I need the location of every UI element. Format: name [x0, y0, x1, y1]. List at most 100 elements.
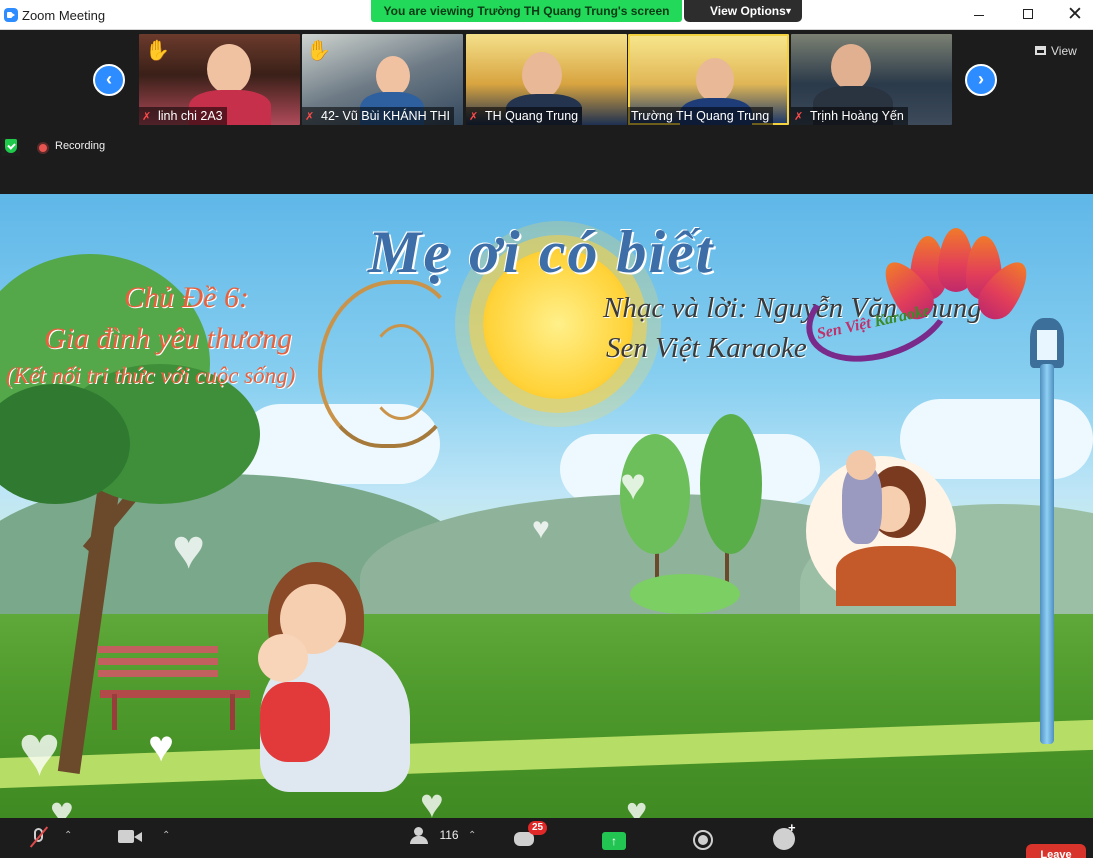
- recording-icon: [37, 142, 49, 154]
- leave-button[interactable]: Leave: [1026, 844, 1086, 858]
- camera-lens: [134, 832, 142, 842]
- participants-icon: [408, 826, 430, 844]
- raised-hand-icon: ✋: [145, 40, 170, 62]
- view-button[interactable]: View: [1035, 42, 1077, 60]
- heart-icon: ♥: [626, 790, 648, 818]
- park-bench-back: [98, 646, 218, 682]
- participant-name-label: Trường TH Quang Trung: [628, 107, 774, 125]
- chevron-left-icon: ‹: [106, 69, 112, 89]
- participant-name-label: ✗ 42- Vũ Bùi KHÁNH THI: [302, 107, 454, 125]
- mother-child-illustration: [240, 562, 420, 802]
- participant-tile-1[interactable]: ✋ ✗ linh chi 2A3: [139, 34, 300, 125]
- viewing-screen-banner: You are viewing Trường TH Quang Trung's …: [371, 0, 682, 22]
- tree-crown: [700, 414, 762, 554]
- grass-field: [0, 614, 1093, 818]
- participant-name-label: ✗ TH Quang Trung: [466, 107, 583, 125]
- window-title: Zoom Meeting: [22, 8, 106, 23]
- chevron-right-icon: ›: [978, 69, 984, 89]
- shield-icon[interactable]: [2, 138, 20, 156]
- recording-label: Recording: [55, 140, 106, 152]
- chevron-down-icon: ▼: [784, 6, 793, 16]
- close-icon: ✕: [1067, 4, 1083, 25]
- baby-face: [846, 450, 876, 480]
- participant-face: [696, 58, 734, 102]
- girl-face: [258, 634, 308, 682]
- reactions-button[interactable]: [773, 820, 796, 850]
- slide-title: Mẹ ơi có biết: [368, 219, 715, 285]
- record-button[interactable]: [693, 830, 713, 850]
- participant-face: [207, 44, 251, 94]
- mother-shirt: [836, 546, 956, 606]
- gallery-prev-button[interactable]: ‹: [93, 64, 125, 96]
- heart-icon: ♥: [420, 782, 444, 818]
- bush: [630, 574, 740, 614]
- bench-leg: [230, 694, 235, 730]
- participant-face: [831, 44, 871, 90]
- participant-gallery: ‹ ✋ ✗ linh chi 2A3 ✋ ✗ 42- Vũ Bùi KHÁNH TH…: [0, 30, 1093, 194]
- participant-tile-3[interactable]: ✗ TH Quang Trung: [466, 34, 627, 125]
- view-label: View: [1051, 44, 1077, 58]
- maximize-button[interactable]: [1005, 0, 1051, 30]
- gallery-next-button[interactable]: ›: [965, 64, 997, 96]
- camera-icon: [118, 830, 134, 843]
- raised-hand-icon: ✋: [306, 40, 331, 62]
- heart-icon: ♥: [532, 512, 550, 545]
- participant-name: TH Quang Trung: [485, 109, 579, 123]
- audio-options-caret[interactable]: ⌃: [64, 830, 72, 841]
- participant-tile-4-active-speaker[interactable]: Trường TH Quang Trung: [628, 34, 789, 125]
- participant-name: Trịnh Hoàng Yến: [810, 109, 904, 123]
- mother-baby-illustration: [806, 450, 956, 606]
- mic-muted-icon: ✗: [142, 111, 152, 123]
- participants-button[interactable]: 116: [408, 826, 459, 850]
- mic-muted-icon: ✗: [305, 111, 315, 123]
- participant-name: linh chi 2A3: [158, 109, 223, 123]
- participants-options-caret[interactable]: ⌃: [468, 830, 476, 841]
- participants-count: 116: [439, 827, 459, 842]
- mic-muted-icon: ✗: [469, 111, 479, 123]
- topic-subtitle: (Kết nối tri thức với cuộc sống): [6, 363, 296, 388]
- zoom-logo-icon: [4, 8, 18, 22]
- participant-name: 42- Vũ Bùi KHÁNH THI: [321, 109, 450, 123]
- participant-name: Trường TH Quang Trung: [631, 109, 770, 123]
- view-options-button[interactable]: View Options ▼: [684, 0, 802, 22]
- park-bench-seat: [100, 690, 250, 698]
- bench-leg: [112, 694, 117, 730]
- view-options-label: View Options: [710, 4, 786, 18]
- heart-icon: ♥: [620, 460, 647, 509]
- grid-view-icon: [1035, 46, 1046, 56]
- share-arrow-icon: ↑: [611, 834, 617, 848]
- girl-dress: [260, 682, 330, 762]
- participant-name-label: ✗ Trịnh Hoàng Yến: [791, 107, 908, 125]
- participant-tile-5[interactable]: ✗ Trịnh Hoàng Yến: [791, 34, 952, 125]
- title-bar: Zoom Meeting You are viewing Trường TH Q…: [0, 0, 1093, 30]
- video-options-caret[interactable]: ⌃: [162, 830, 170, 841]
- cloud: [900, 399, 1093, 479]
- minimize-icon: [974, 14, 984, 16]
- minimize-button[interactable]: [956, 0, 1002, 30]
- shared-screen: ♥ ♥ ♥ ♥ ♥ ♥ ♥ ♥ Mẹ ơi có biết Chủ Đề 6: …: [0, 194, 1093, 818]
- zoom-window: Zoom Meeting You are viewing Trường TH Q…: [0, 0, 1093, 858]
- chat-button[interactable]: 25: [514, 821, 548, 848]
- heart-icon: ♥: [148, 722, 175, 771]
- participant-name-label: ✗ linh chi 2A3: [139, 107, 227, 125]
- chat-unread-badge: 25: [528, 821, 548, 835]
- mother-child-emblem: [318, 280, 458, 448]
- participant-face: [522, 52, 562, 98]
- mute-button[interactable]: [28, 826, 50, 848]
- video-button[interactable]: [118, 826, 144, 846]
- close-button[interactable]: ✕: [1052, 0, 1093, 30]
- mic-muted-icon: ✗: [794, 111, 804, 123]
- participant-tile-2[interactable]: ✋ ✗ 42- Vũ Bùi KHÁNH THI: [302, 34, 463, 125]
- sen-viet-logo: Sen Việt Karaoke: [793, 228, 1060, 379]
- karaoke-credit: Sen Việt Karaoke: [606, 332, 807, 364]
- topic-name: Gia đình yêu thương: [44, 322, 293, 355]
- street-lamp-pole: [1040, 364, 1054, 744]
- heart-icon: ♥: [50, 790, 74, 818]
- maximize-icon: [1023, 8, 1033, 19]
- meeting-toolbar: ⌃ ⌃ 116 ⌃ 25 ↑ Leave: [0, 818, 1093, 858]
- topic-heading: Chủ Đề 6:: [124, 281, 249, 314]
- participant-face: [376, 56, 410, 96]
- heart-icon: ♥: [18, 711, 61, 791]
- share-screen-button[interactable]: ↑: [602, 832, 626, 850]
- heart-icon: ♥: [172, 517, 206, 580]
